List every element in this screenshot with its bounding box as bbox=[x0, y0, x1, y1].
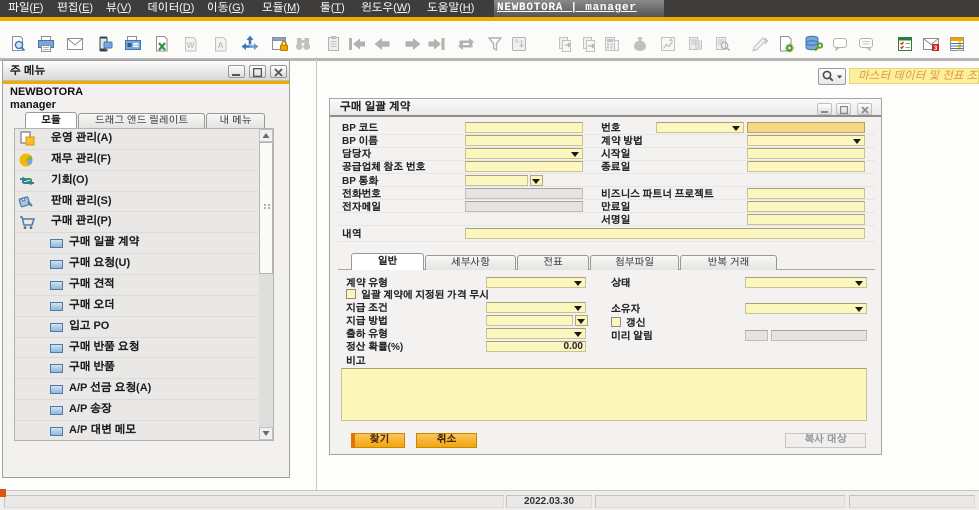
svg-text:$: $ bbox=[697, 43, 701, 50]
svg-text:W: W bbox=[187, 41, 195, 50]
svg-text:A: A bbox=[218, 41, 224, 50]
